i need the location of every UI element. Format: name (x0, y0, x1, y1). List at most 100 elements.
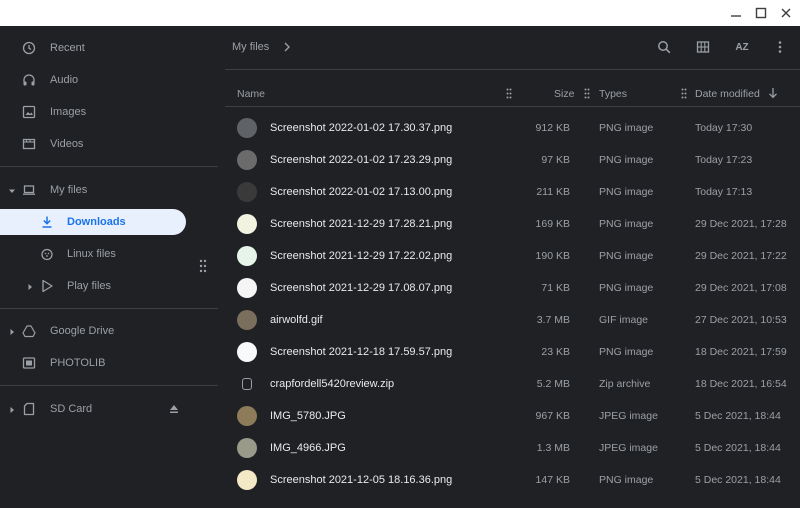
eject-icon[interactable] (167, 402, 181, 416)
sidebar-item-downloads[interactable]: Downloads (0, 209, 186, 235)
file-date-modified: 27 Dec 2021, 10:53 (695, 314, 787, 326)
sidebar: Recent Audio Images Videos My files Down… (0, 26, 225, 508)
file-name: IMG_4966.JPG (270, 442, 346, 454)
chevron-right-icon (282, 41, 292, 53)
file-date-modified: 18 Dec 2021, 16:54 (695, 378, 787, 390)
file-thumbnail (237, 246, 257, 266)
file-size: 97 KB (541, 154, 570, 166)
column-size[interactable]: Size (554, 88, 574, 100)
sidebar-item-photolib[interactable]: PHOTOLIB (0, 350, 218, 376)
table-row[interactable]: airwolfd.gif 3.7 MB GIF image 27 Dec 2021, … (225, 304, 800, 336)
file-type: JPEG image (599, 442, 658, 454)
file-date-modified: Today 17:23 (695, 154, 753, 166)
file-date-modified: 29 Dec 2021, 17:28 (695, 218, 787, 230)
table-row[interactable]: Screenshot 2021-12-29 17.22.02.png 190 KB… (225, 240, 800, 272)
file-name: crapfordell5420review.zip (270, 378, 395, 390)
sidebar-item-audio[interactable]: Audio (0, 67, 218, 93)
sidebar-item-play-files[interactable]: Play files (0, 273, 218, 299)
download-icon (40, 215, 54, 229)
table-row[interactable]: IMG_5780.JPG 967 KB JPEG image 5 Dec 2021, … (225, 400, 800, 432)
search-icon[interactable] (656, 39, 672, 55)
file-size: 190 KB (535, 250, 570, 262)
file-thumbnail (237, 118, 257, 138)
file-name: Screenshot 2021-12-05 18.16.36.png (270, 474, 453, 486)
sidebar-divider (0, 385, 218, 386)
breadcrumb[interactable]: My files (232, 41, 269, 53)
sidebar-item-linux-files[interactable]: Linux files (0, 241, 218, 267)
grid-view-icon[interactable] (695, 39, 711, 55)
sd-card-icon (22, 402, 36, 416)
sidebar-item-label: Audio (50, 74, 79, 86)
shared-folder-icon (22, 356, 36, 370)
more-options-icon[interactable] (772, 39, 788, 55)
file-thumbnail (237, 278, 257, 298)
file-thumbnail (237, 150, 257, 170)
file-name: airwolfd.gif (270, 314, 323, 326)
sort-button[interactable]: AZ (732, 39, 752, 55)
expand-right-icon[interactable] (8, 327, 16, 335)
sidebar-item-images[interactable]: Images (0, 99, 218, 125)
column-types[interactable]: Types (599, 88, 627, 100)
file-list-pane: My files AZ Name Size Types Date modifie… (225, 26, 800, 508)
column-date-modified[interactable]: Date modified (695, 88, 760, 100)
file-type: PNG image (599, 474, 654, 486)
table-row[interactable]: Screenshot 2021-12-29 17.08.07.png 71 KB P… (225, 272, 800, 304)
sort-arrow-down-icon[interactable] (768, 87, 778, 99)
file-name: Screenshot 2021-12-29 17.08.07.png (270, 282, 453, 294)
sidebar-resize-handle[interactable] (199, 259, 207, 273)
sidebar-item-videos[interactable]: Videos (0, 131, 218, 157)
file-name: Screenshot 2021-12-29 17.22.02.png (270, 250, 453, 262)
sidebar-item-google-drive[interactable]: Google Drive (0, 318, 218, 344)
file-size: 169 KB (535, 218, 570, 230)
file-thumbnail (237, 406, 257, 426)
file-name: Screenshot 2021-12-18 17.59.57.png (270, 346, 453, 358)
file-date-modified: 29 Dec 2021, 17:08 (695, 282, 787, 294)
file-name: Screenshot 2022-01-02 17.30.37.png (270, 122, 453, 134)
sidebar-item-label: Linux files (67, 248, 116, 260)
table-row[interactable]: Screenshot 2021-12-18 17.59.57.png 23 KB P… (225, 336, 800, 368)
table-row[interactable]: crapfordell5420review.zip 5.2 MB Zip archi… (225, 368, 800, 400)
sidebar-item-sd-card[interactable]: SD Card (0, 396, 218, 422)
sidebar-item-label: Videos (50, 138, 84, 150)
file-date-modified: Today 17:13 (695, 186, 753, 198)
file-date-modified: Today 17:30 (695, 122, 753, 134)
file-name: Screenshot 2022-01-02 17.13.00.png (270, 186, 453, 198)
maximize-icon[interactable] (751, 4, 771, 22)
expand-down-icon[interactable] (8, 186, 16, 194)
table-row[interactable]: IMG_4966.JPG 1.3 MB JPEG image 5 Dec 2021, … (225, 432, 800, 464)
file-thumbnail (237, 182, 257, 202)
column-resize-handle[interactable] (584, 88, 590, 99)
column-name[interactable]: Name (237, 88, 265, 100)
sidebar-item-label: SD Card (50, 403, 93, 415)
table-row[interactable]: Screenshot 2022-01-02 17.30.37.png 912 KB… (225, 112, 800, 144)
file-type: JPEG image (599, 410, 658, 422)
toolbar: My files AZ (225, 26, 800, 70)
file-date-modified: 5 Dec 2021, 18:44 (695, 410, 781, 422)
film-icon (22, 137, 36, 151)
file-type: PNG image (599, 218, 654, 230)
file-thumbnail (237, 342, 257, 362)
file-type: GIF image (599, 314, 649, 326)
column-resize-handle[interactable] (681, 88, 687, 99)
table-row[interactable]: Screenshot 2022-01-02 17.23.29.png 97 KB P… (225, 144, 800, 176)
sidebar-item-my-files[interactable]: My files (0, 177, 218, 203)
close-icon[interactable] (776, 4, 796, 22)
expand-right-icon[interactable] (8, 405, 16, 413)
laptop-icon (22, 183, 36, 197)
minimize-icon[interactable] (726, 4, 746, 22)
expand-right-icon[interactable] (26, 282, 34, 290)
file-thumbnail (237, 310, 257, 330)
file-date-modified: 29 Dec 2021, 17:22 (695, 250, 787, 262)
file-thumbnail (237, 214, 257, 234)
file-thumbnail (237, 438, 257, 458)
file-name: Screenshot 2022-01-02 17.23.29.png (270, 154, 453, 166)
sidebar-item-recent[interactable]: Recent (0, 35, 218, 61)
column-resize-handle[interactable] (506, 88, 512, 99)
table-row[interactable]: Screenshot 2021-12-05 18.16.36.png 147 KB… (225, 464, 800, 496)
table-row[interactable]: Screenshot 2022-01-02 17.13.00.png 211 KB… (225, 176, 800, 208)
table-row[interactable]: Screenshot 2021-12-29 17.28.21.png 169 KB… (225, 208, 800, 240)
file-date-modified: 5 Dec 2021, 18:44 (695, 474, 781, 486)
clock-icon (22, 41, 36, 55)
play-store-icon (40, 279, 54, 293)
file-size: 147 KB (535, 474, 570, 486)
